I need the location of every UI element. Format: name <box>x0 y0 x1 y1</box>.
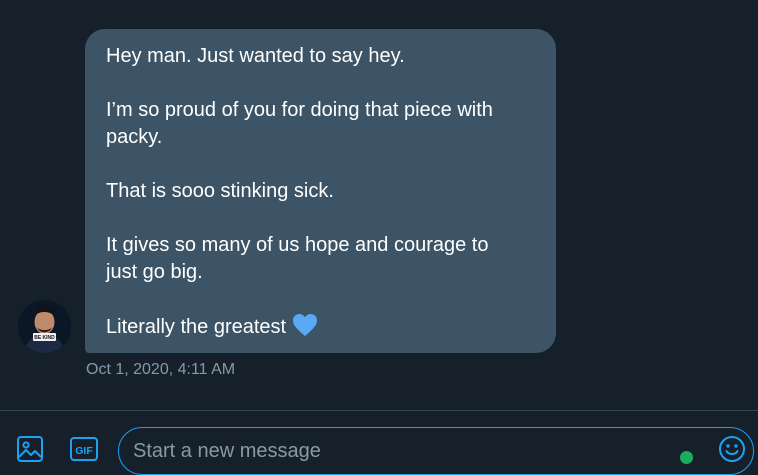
avatar[interactable]: BE KIND <box>18 300 71 353</box>
online-status-dot <box>680 451 693 464</box>
gif-button[interactable]: GIF <box>68 433 100 465</box>
message-bubble[interactable]: Hey man. Just wanted to say hey. I’m so … <box>85 29 556 353</box>
message-input[interactable] <box>133 434 673 468</box>
media-button[interactable] <box>14 433 46 465</box>
conversation-pane: BE KIND Hey man. Just wanted to say hey.… <box>0 0 758 410</box>
smiley-icon <box>719 436 745 462</box>
blue-heart-icon <box>292 313 318 345</box>
message-line: Hey man. Just wanted to say hey. <box>106 45 405 67</box>
emoji-button[interactable] <box>716 433 748 465</box>
avatar-photo: BE KIND <box>18 300 71 353</box>
message-composer: GIF <box>0 410 758 475</box>
gif-label: GIF <box>75 445 93 457</box>
gif-icon: GIF <box>70 437 98 461</box>
message-line: packy. <box>106 126 163 148</box>
message-line-text: Literally the greatest <box>106 316 287 338</box>
message-timestamp[interactable]: Oct 1, 2020, 4:11 AM <box>86 361 235 379</box>
message-line: That is sooo stinking sick. <box>106 180 334 202</box>
message-line-last: Literally the greatest <box>106 313 536 345</box>
image-icon <box>17 436 43 462</box>
message-line: just go big. <box>106 261 203 283</box>
avatar-shirt-text: BE KIND <box>34 335 55 341</box>
message-line: I’m so proud of you for doing that piece… <box>106 99 493 121</box>
message-input-wrapper[interactable] <box>118 427 754 475</box>
message-line: It gives so many of us hope and courage … <box>106 234 489 256</box>
